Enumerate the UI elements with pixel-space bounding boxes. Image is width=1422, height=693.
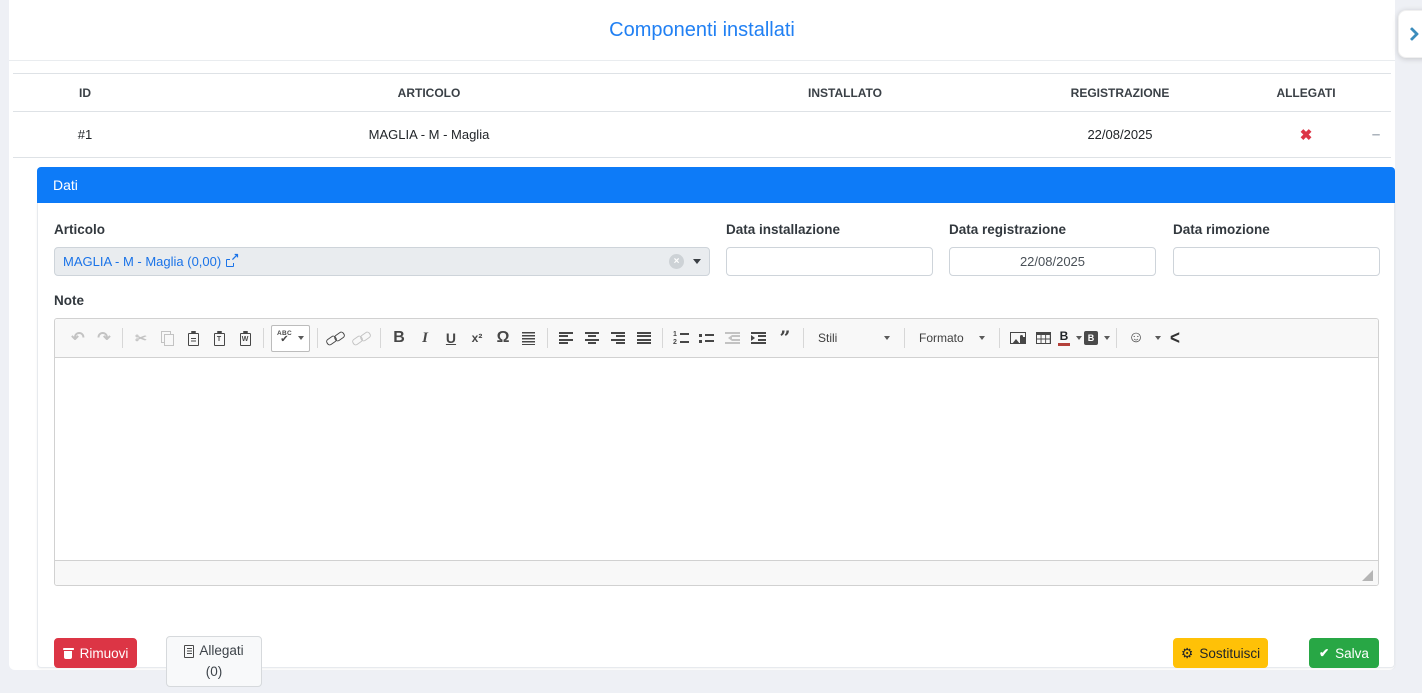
cell-id: #1 [13, 112, 157, 157]
expand-sidebar-button[interactable] [1398, 10, 1422, 58]
paste-text-icon[interactable]: T [207, 326, 231, 350]
align-right-icon[interactable] [606, 326, 630, 350]
paste-word-icon[interactable]: W [233, 326, 257, 350]
omega-icon[interactable]: Ω [491, 326, 515, 350]
sostituisci-button[interactable]: ⚙ Sostituisci [1173, 638, 1268, 668]
page-title: Componenti installati [9, 0, 1395, 61]
col-header-registrazione: REGISTRAZIONE [989, 74, 1251, 111]
editor-bottom-bar [55, 560, 1378, 585]
delete-cross-icon[interactable]: ✖ [1300, 126, 1313, 144]
select-all-icon[interactable] [517, 326, 541, 350]
table-header-row: ID ARTICOLO INSTALLATO REGISTRAZIONE ALL… [13, 73, 1391, 112]
align-left-icon[interactable] [554, 326, 578, 350]
note-editor-content[interactable] [55, 358, 1378, 560]
underline-icon[interactable]: U [439, 326, 463, 350]
blockquote-icon[interactable]: ” [773, 326, 797, 350]
numbered-list-icon[interactable] [669, 326, 693, 350]
redo-icon: ↷ [92, 326, 116, 350]
articolo-select-value: MAGLIA - M - Maglia (0,00) [63, 254, 221, 269]
external-link-icon: ↗ [226, 256, 237, 267]
table-row[interactable]: #1 MAGLIA - M - Maglia 22/08/2025 ✖ – [13, 112, 1391, 158]
col-header-allegati: ALLEGATI [1251, 74, 1361, 111]
components-table: ID ARTICOLO INSTALLATO REGISTRAZIONE ALL… [13, 73, 1391, 158]
stili-dropdown[interactable]: Stili [811, 326, 897, 351]
editor-toolbar: ↶ ↷ ✂ T W ABC ✔ [55, 319, 1378, 358]
data-registrazione-input[interactable] [949, 247, 1156, 276]
bold-icon[interactable]: B [387, 326, 411, 350]
background-color-icon[interactable]: B [1084, 331, 1110, 345]
panel-body: Articolo Data installazione Data registr… [37, 203, 1395, 668]
table-icon[interactable] [1032, 326, 1056, 350]
articolo-label: Articolo [54, 222, 105, 237]
col-header-installato: INSTALLATO [701, 74, 989, 111]
data-registrazione-label: Data registrazione [949, 222, 1066, 237]
italic-icon[interactable]: I [413, 326, 437, 350]
bulleted-list-icon[interactable] [695, 326, 719, 350]
gear-icon: ⚙ [1181, 646, 1194, 660]
chevron-down-icon [693, 259, 701, 264]
text-color-icon[interactable]: B [1058, 331, 1082, 346]
share-icon[interactable]: < [1163, 326, 1187, 350]
data-installazione-label: Data installazione [726, 222, 840, 237]
superscript-icon[interactable]: x² [465, 326, 489, 350]
image-icon[interactable] [1006, 326, 1030, 350]
panel-title: Dati [37, 167, 1395, 203]
smiley-icon[interactable]: ☺ [1123, 326, 1161, 350]
note-label: Note [54, 293, 84, 308]
undo-icon: ↶ [66, 326, 90, 350]
paste-icon[interactable] [181, 326, 205, 350]
cell-articolo: MAGLIA - M - Maglia [157, 112, 701, 157]
chevron-right-icon [1405, 27, 1419, 41]
align-center-icon[interactable] [580, 326, 604, 350]
articolo-select[interactable]: MAGLIA - M - Maglia (0,00) ↗ × [54, 247, 710, 276]
data-rimozione-input[interactable] [1173, 247, 1380, 276]
main-card: Componenti installati ID ARTICOLO INSTAL… [9, 0, 1395, 670]
formato-dropdown[interactable]: Formato [912, 326, 992, 351]
unlink-icon [350, 326, 374, 350]
cell-registrazione: 22/08/2025 [989, 112, 1251, 157]
file-icon [184, 645, 194, 658]
col-header-articolo: ARTICOLO [157, 74, 701, 111]
spellcheck-button[interactable]: ABC ✔ [271, 325, 310, 352]
dati-panel: Dati Articolo Data installazione Data re… [37, 167, 1395, 668]
align-justify-icon[interactable] [632, 326, 656, 350]
data-rimozione-label: Data rimozione [1173, 222, 1270, 237]
copy-icon [155, 326, 179, 350]
data-installazione-input[interactable] [726, 247, 933, 276]
collapse-dash-icon[interactable]: – [1372, 126, 1380, 143]
allegati-button[interactable]: Allegati (0) [166, 636, 262, 687]
salva-button[interactable]: ✔ Salva [1309, 638, 1379, 668]
cut-icon: ✂ [129, 326, 153, 350]
note-rich-text-editor: ↶ ↷ ✂ T W ABC ✔ [54, 318, 1379, 586]
col-header-id: ID [13, 74, 157, 111]
cell-installato [701, 112, 989, 157]
trash-icon [63, 647, 74, 659]
rimuovi-button[interactable]: Rimuovi [54, 638, 137, 668]
outdent-icon [721, 326, 745, 350]
check-icon: ✔ [1319, 647, 1329, 659]
clear-selection-icon[interactable]: × [669, 254, 684, 269]
resize-grip[interactable] [1362, 570, 1373, 581]
indent-icon[interactable] [747, 326, 771, 350]
link-icon[interactable] [324, 326, 348, 350]
col-header-actions [1361, 74, 1391, 111]
